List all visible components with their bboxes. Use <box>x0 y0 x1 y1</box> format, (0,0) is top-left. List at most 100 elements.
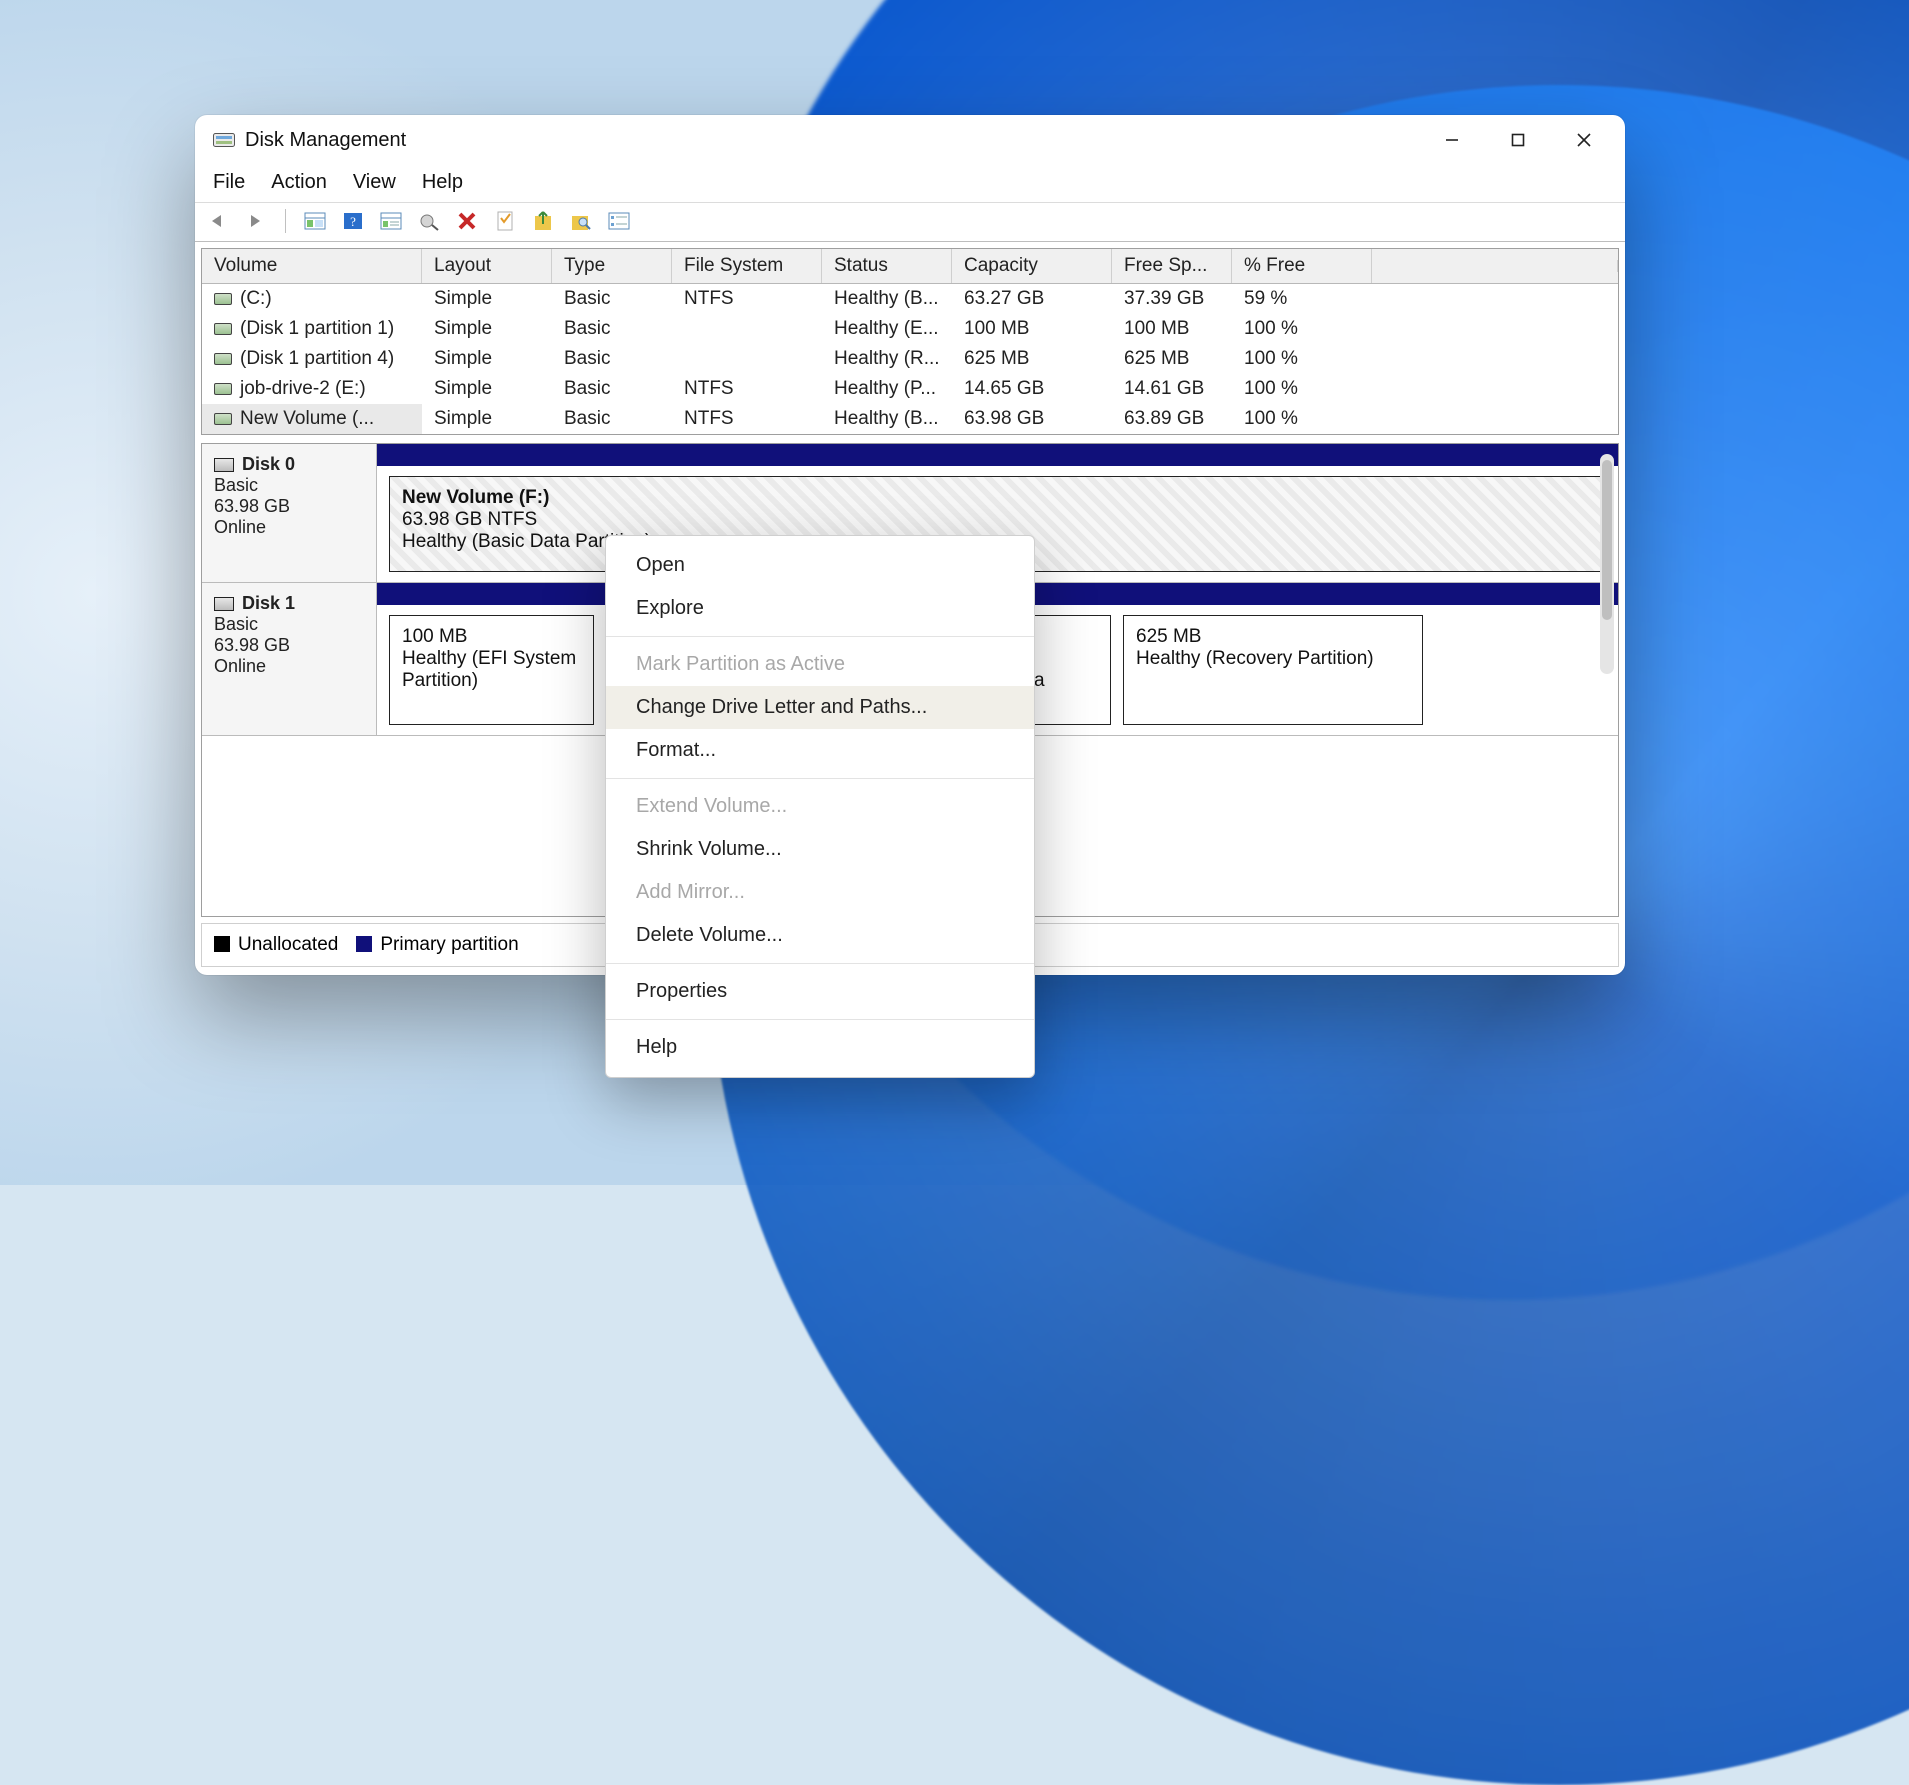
window-controls <box>1419 115 1617 165</box>
minimize-button[interactable] <box>1419 115 1485 165</box>
volume-row[interactable]: (C:) SimpleBasicNTFSHealthy (B...63.27 GB… <box>202 284 1618 314</box>
svg-text:?: ? <box>350 214 356 229</box>
col-status[interactable]: Status <box>822 249 952 283</box>
settings-icon[interactable] <box>416 209 442 233</box>
menu-view[interactable]: View <box>353 171 396 194</box>
col-type[interactable]: Type <box>552 249 672 283</box>
volume-fs: NTFS <box>672 374 822 404</box>
context-menu-item[interactable]: Help <box>606 1026 1034 1069</box>
legend-unallocated: Unallocated <box>238 934 338 955</box>
context-menu-item[interactable]: Properties <box>606 970 1034 1013</box>
volume-row[interactable]: (Disk 1 partition 1)SimpleBasicHealthy (… <box>202 314 1618 344</box>
help-icon[interactable]: ? <box>340 209 366 233</box>
volume-list-header[interactable]: Volume Layout Type File System Status Ca… <box>202 249 1618 284</box>
partition-status: Healthy (EFI System Partition) <box>402 648 581 692</box>
partition-panel[interactable]: 625 MBHealthy (Recovery Partition) <box>1123 615 1423 725</box>
volume-layout: Simple <box>422 284 552 314</box>
menu-file[interactable]: File <box>213 171 245 194</box>
col-capacity[interactable]: Capacity <box>952 249 1112 283</box>
details-icon[interactable] <box>378 209 404 233</box>
disk-icon <box>214 383 232 395</box>
context-menu-item: Add Mirror... <box>606 871 1034 914</box>
disk-icon <box>214 597 234 611</box>
scrollbar[interactable] <box>1600 454 1614 674</box>
titlebar[interactable]: Disk Management <box>195 115 1625 165</box>
app-icon <box>213 131 235 149</box>
context-menu-item: Mark Partition as Active <box>606 643 1034 686</box>
volume-pctfree: 100 % <box>1232 314 1372 344</box>
context-menu-item[interactable]: Format... <box>606 729 1034 772</box>
disk-type: Basic <box>214 614 364 635</box>
col-free[interactable]: Free Sp... <box>1112 249 1232 283</box>
partition-size: 63.98 GB NTFS <box>402 509 1593 531</box>
volume-list[interactable]: Volume Layout Type File System Status Ca… <box>201 248 1619 435</box>
columns-icon[interactable] <box>302 209 328 233</box>
volume-row[interactable]: job-drive-2 (E:)SimpleBasicNTFSHealthy (… <box>202 374 1618 404</box>
menu-help[interactable]: Help <box>422 171 463 194</box>
context-menu-separator <box>606 963 1034 964</box>
disk-strip <box>377 444 1618 466</box>
disk-label[interactable]: Disk 0Basic63.98 GBOnline <box>202 444 377 582</box>
volume-status: Healthy (E... <box>822 314 952 344</box>
volume-free: 625 MB <box>1112 344 1232 374</box>
properties-icon[interactable] <box>492 209 518 233</box>
volume-type: Basic <box>552 344 672 374</box>
volume-fs: NTFS <box>672 404 822 434</box>
volume-fs <box>672 355 822 363</box>
col-layout[interactable]: Layout <box>422 249 552 283</box>
partition-panel[interactable]: 100 MBHealthy (EFI System Partition) <box>389 615 594 725</box>
context-menu-item[interactable]: Delete Volume... <box>606 914 1034 957</box>
volume-row[interactable]: New Volume (...SimpleBasicNTFSHealthy (B… <box>202 404 1618 434</box>
refresh-icon[interactable] <box>530 209 556 233</box>
disk-type: Basic <box>214 475 364 496</box>
disk-icon <box>214 458 234 472</box>
context-menu-item[interactable]: Explore <box>606 587 1034 630</box>
volume-fs: NTFS <box>672 284 822 314</box>
volume-type: Basic <box>552 284 672 314</box>
close-button[interactable] <box>1551 115 1617 165</box>
col-spacer <box>1372 260 1618 272</box>
delete-icon[interactable] <box>454 209 480 233</box>
volume-name: (C:) <box>240 288 272 310</box>
volume-layout: Simple <box>422 374 552 404</box>
back-icon[interactable] <box>205 209 231 233</box>
partition-title: New Volume (F:) <box>402 487 1593 509</box>
context-menu-separator <box>606 636 1034 637</box>
disk-icon <box>214 323 232 335</box>
context-menu-item[interactable]: Shrink Volume... <box>606 828 1034 871</box>
partition-size: 100 MB <box>402 626 581 648</box>
disk-state: Online <box>214 656 364 677</box>
volume-pctfree: 100 % <box>1232 344 1372 374</box>
partition-size: 625 MB <box>1136 626 1410 648</box>
context-menu-item[interactable]: Open <box>606 544 1034 587</box>
volume-status: Healthy (P... <box>822 374 952 404</box>
context-menu-separator <box>606 778 1034 779</box>
forward-icon[interactable] <box>243 209 269 233</box>
col-filesystem[interactable]: File System <box>672 249 822 283</box>
find-icon[interactable] <box>568 209 594 233</box>
disk-label[interactable]: Disk 1Basic63.98 GBOnline <box>202 583 377 735</box>
context-menu-item[interactable]: Change Drive Letter and Paths... <box>606 686 1034 729</box>
disk-size: 63.98 GB <box>214 635 364 656</box>
col-pctfree[interactable]: % Free <box>1232 249 1372 283</box>
volume-capacity: 625 MB <box>952 344 1112 374</box>
volume-row[interactable]: (Disk 1 partition 4)SimpleBasicHealthy (… <box>202 344 1618 374</box>
maximize-button[interactable] <box>1485 115 1551 165</box>
list-icon[interactable] <box>606 209 632 233</box>
toolbar: ? <box>195 202 1625 242</box>
legend-swatch-unallocated <box>214 936 230 952</box>
context-menu[interactable]: OpenExplore Mark Partition as ActiveChang… <box>605 535 1035 1078</box>
volume-name: (Disk 1 partition 4) <box>240 348 394 370</box>
disk-size: 63.98 GB <box>214 496 364 517</box>
volume-name: (Disk 1 partition 1) <box>240 318 394 340</box>
scrollbar-thumb[interactable] <box>1602 460 1612 620</box>
volume-capacity: 100 MB <box>952 314 1112 344</box>
volume-capacity: 63.27 GB <box>952 284 1112 314</box>
col-volume[interactable]: Volume <box>202 249 422 283</box>
volume-status: Healthy (B... <box>822 284 952 314</box>
volume-status: Healthy (B... <box>822 404 952 434</box>
menu-action[interactable]: Action <box>271 171 327 194</box>
volume-capacity: 14.65 GB <box>952 374 1112 404</box>
volume-name: job-drive-2 (E:) <box>240 378 366 400</box>
disk-name: Disk 0 <box>242 454 295 474</box>
